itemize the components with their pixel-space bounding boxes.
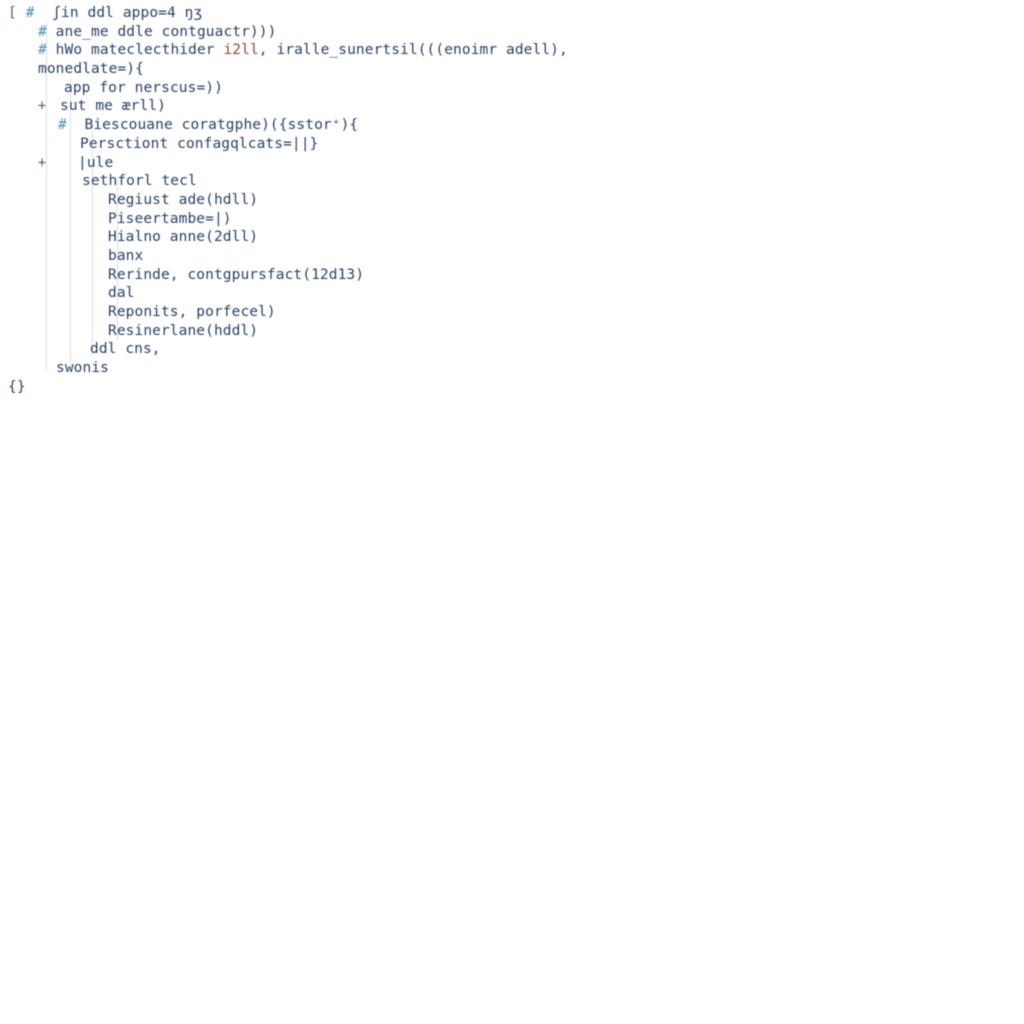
code-line[interactable]: + sut me ærll) <box>0 97 1024 116</box>
code-line-text: |ule <box>78 154 113 173</box>
code-token-string: i2ll <box>223 42 259 59</box>
code-line-text: # hWo mateclecthider i2ll, iralle_sunert… <box>38 41 568 60</box>
code-token-plain: monedlate=){ <box>38 61 144 78</box>
code-token-plain: Rerinde, contgpursfact(12d13) <box>108 266 365 283</box>
code-line-text: # ane_me ddle contguactr))) <box>38 23 276 42</box>
code-token-plain: Persctiont confagqlcats=||} <box>80 135 319 152</box>
code-line[interactable]: {} <box>0 378 1024 397</box>
code-line[interactable]: ddl cns, <box>0 340 1024 359</box>
code-token-comment: # <box>25 5 35 21</box>
code-token-comment: # <box>58 117 67 134</box>
code-token-plain: {} <box>8 378 26 395</box>
code-token-plain: |ule <box>78 154 114 171</box>
code-line[interactable]: Rerinde, contgpursfact(12d13) <box>0 266 1024 285</box>
code-line-text: Hialno anne(2dll) <box>108 228 258 247</box>
code-token-plain: hWo mateclecthider <box>46 42 224 59</box>
code-line-text: Resinerlane(hddl) <box>108 322 258 341</box>
fold-toggle-icon[interactable]: + <box>36 97 48 116</box>
code-line[interactable]: Reponits, porfecel) <box>0 303 1024 322</box>
code-line[interactable]: + |ule <box>0 154 1024 173</box>
code-line-text: app for nerscus=)) <box>64 79 223 98</box>
code-line[interactable]: sethforl tecl <box>0 172 1024 191</box>
code-line-text: dal <box>108 284 135 303</box>
code-line-text: ddl cns, <box>90 340 161 359</box>
code-line-text: Piseertambe=|) <box>108 210 232 229</box>
code-token-comment: # <box>38 23 47 40</box>
code-line-text: swonis <box>56 359 109 378</box>
code-line-text: {} <box>8 378 26 397</box>
code-token-plain: app for nerscus=)) <box>64 79 223 96</box>
code-line[interactable]: Hialno anne(2dll) <box>0 228 1024 247</box>
code-line[interactable]: swonis <box>0 359 1024 378</box>
code-line[interactable]: dal <box>0 284 1024 303</box>
code-token-plain: Regiust ade(hdll) <box>108 191 259 208</box>
code-token-plain: Resinerlane(hddl) <box>108 322 259 339</box>
code-token-plain: , iralle_sunertsil(((enoimr adell), <box>258 42 568 59</box>
code-line-text: Rerinde, contgpursfact(12d13) <box>108 266 364 285</box>
code-token-plain: sethforl tecl <box>82 173 197 190</box>
code-token-plain: dal <box>108 285 135 302</box>
code-line[interactable]: Regiust ade(hdll) <box>0 191 1024 210</box>
code-line[interactable]: # hWo mateclecthider i2ll, iralle_sunert… <box>0 41 1024 60</box>
code-token-comment: # <box>38 42 47 59</box>
code-line[interactable]: Resinerlane(hddl) <box>0 322 1024 341</box>
code-line[interactable]: # ane_me ddle contguactr))) <box>0 23 1024 42</box>
fold-toggle-icon[interactable]: + <box>36 154 48 173</box>
code-line[interactable]: [ # ʃin ddl appo=4 ŋʒ <box>0 4 1024 23</box>
code-token-plain: Reponits, porfecel) <box>108 304 276 320</box>
code-line-text: # Biescouane coratgphe)({sstor⁺){ <box>58 116 358 135</box>
code-token-plain: banx <box>108 247 144 264</box>
code-line-text: sut me ærll) <box>60 97 166 116</box>
code-token-plain: ddl cns, <box>90 341 161 358</box>
code-editor-window: [ # ʃin ddl appo=4 ŋʒ # ane_me ddle contg… <box>0 0 1024 1024</box>
code-line[interactable]: banx <box>0 247 1024 266</box>
code-token-plain: ʃin ddl appo=4 ŋʒ <box>52 5 203 21</box>
code-line-text: Reponits, porfecel) <box>108 303 276 322</box>
code-token-plain: Hialno anne(2dll) <box>108 229 259 246</box>
code-token-plain: Piseertambe=|) <box>108 210 232 227</box>
code-token-plain: Biescouane coratgphe)({sstor⁺){ <box>66 117 359 134</box>
code-line[interactable]: # Biescouane coratgphe)({sstor⁺){ <box>0 116 1024 135</box>
code-line-text: monedlate=){ <box>38 60 144 79</box>
code-token-bracket: [ <box>8 5 17 21</box>
code-line-text: Regiust ade(hdll) <box>108 191 258 210</box>
code-line[interactable]: app for nerscus=)) <box>0 79 1024 98</box>
code-line-text: banx <box>108 247 143 266</box>
code-lines[interactable]: [ # ʃin ddl appo=4 ŋʒ # ane_me ddle contg… <box>0 4 1024 396</box>
code-line[interactable]: monedlate=){ <box>0 60 1024 79</box>
code-line[interactable]: Persctiont confagqlcats=||} <box>0 135 1024 154</box>
code-token-plain: sut me ærll) <box>60 98 166 115</box>
code-token-plain: ane_me ddle contguactr))) <box>46 23 277 40</box>
editor-surface[interactable]: [ # ʃin ddl appo=4 ŋʒ # ane_me ddle contg… <box>0 0 1024 1024</box>
code-line-text: sethforl tecl <box>82 172 197 191</box>
code-token-plain: swonis <box>56 360 109 377</box>
code-line-text: Persctiont confagqlcats=||} <box>80 135 318 154</box>
code-line-text: [ # ʃin ddl appo=4 ŋʒ <box>8 4 202 23</box>
code-line[interactable]: Piseertambe=|) <box>0 210 1024 229</box>
